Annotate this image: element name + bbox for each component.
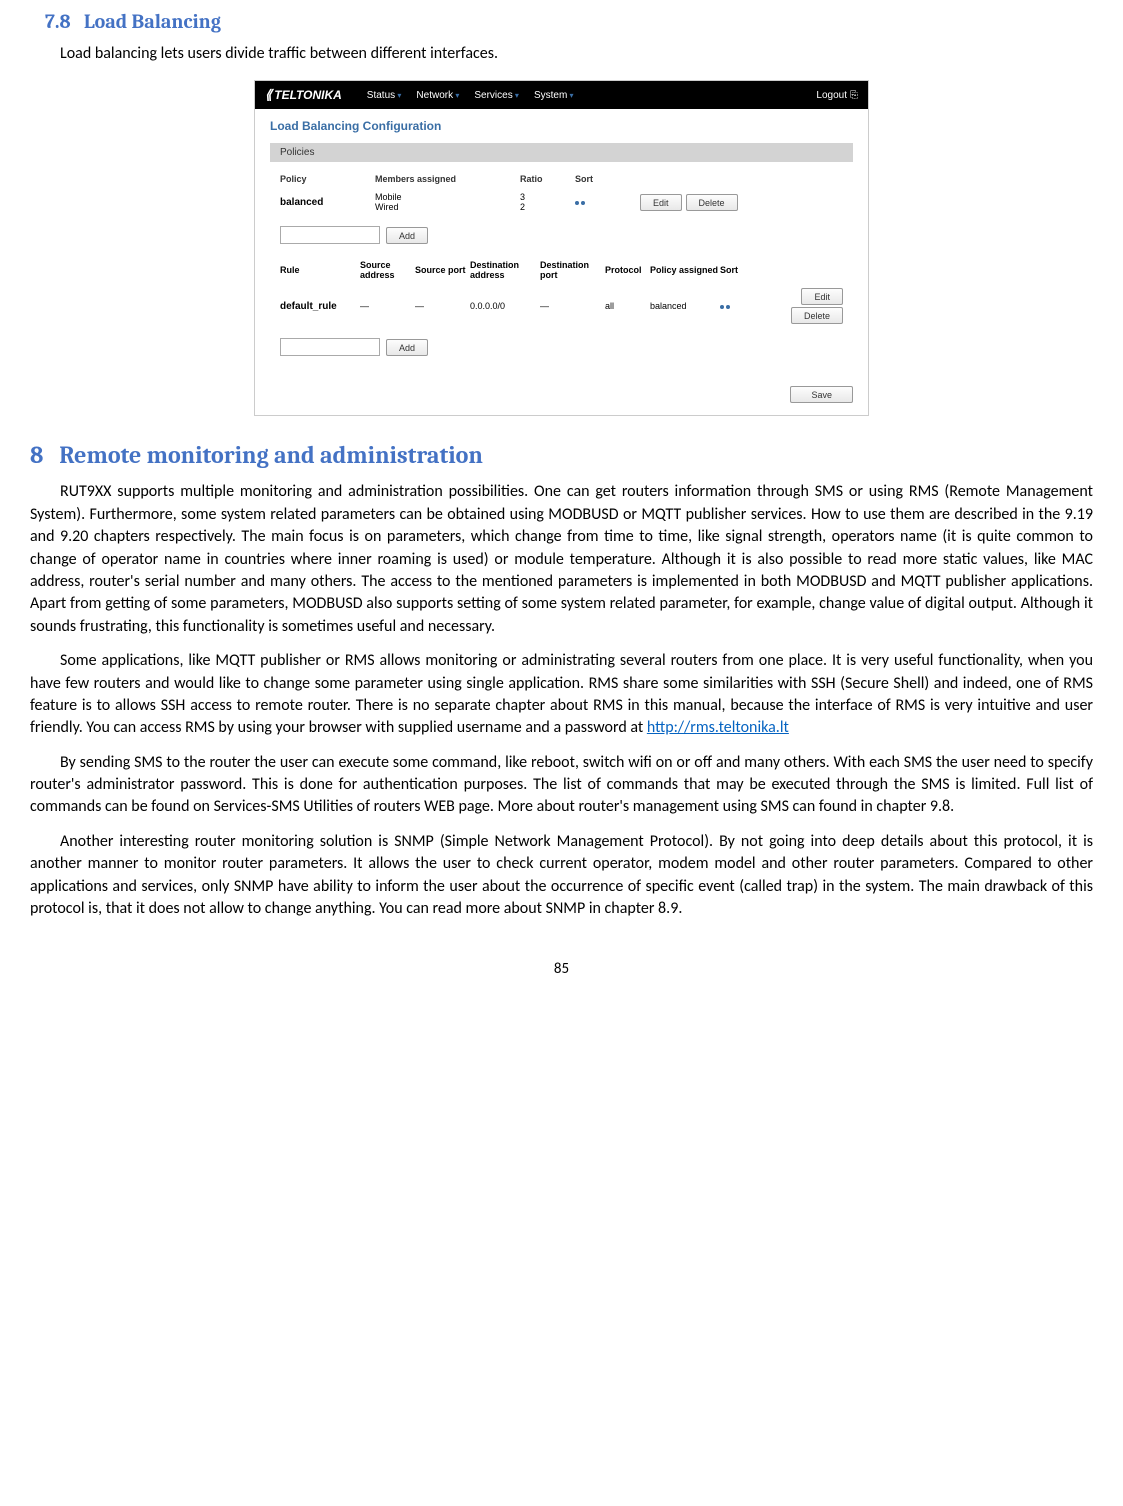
rms-link[interactable]: http://rms.teltonika.lt <box>647 718 789 737</box>
col-members-header: Members assigned <box>375 174 520 184</box>
rule-name: default_rule <box>280 301 360 312</box>
col-dport-header: Destination port <box>540 260 605 280</box>
policy-name: balanced <box>280 197 375 208</box>
section-8-heading: 8 Remote monitoring and administration <box>30 441 1093 469</box>
rule-header-row: Rule Source address Source port Destinat… <box>270 256 853 284</box>
rule-daddr: 0.0.0.0/0 <box>470 301 540 311</box>
rule-add-row: Add <box>270 328 853 368</box>
rule-delete-button[interactable]: Delete <box>791 307 843 324</box>
policy-add-button[interactable]: Add <box>386 227 428 244</box>
policy-delete-button[interactable]: Delete <box>686 194 738 211</box>
col-sort-header: Sort <box>575 174 640 184</box>
nav-network[interactable]: Network <box>416 90 459 101</box>
col-proto-header: Protocol <box>605 265 650 275</box>
nav-status[interactable]: Status <box>367 90 402 101</box>
logo-icon: ⟪ <box>265 87 272 103</box>
nav-system[interactable]: System <box>534 90 574 101</box>
nav-services[interactable]: Services <box>474 90 519 101</box>
policy-row: balanced Mobile Wired 3 2 Edit Delete <box>270 188 853 216</box>
col-ratio-header: Ratio <box>520 174 575 184</box>
rule-edit-button[interactable]: Edit <box>801 288 843 305</box>
main-nav: Status Network Services System <box>367 90 574 101</box>
rule-sort-handle[interactable] <box>720 301 765 311</box>
policy-sort-handle[interactable] <box>575 197 640 207</box>
section-7-8-number: 7.8 <box>45 10 71 33</box>
rule-name-input[interactable] <box>280 338 380 356</box>
policies-section-bar: Policies <box>270 143 853 162</box>
section-8-para2: Some applications, like MQTT publisher o… <box>30 650 1093 740</box>
section-7-8-intro: Load balancing lets users divide traffic… <box>30 43 1093 65</box>
rule-row: default_rule — — 0.0.0.0/0 — all balance… <box>270 284 853 328</box>
policy-name-input[interactable] <box>280 226 380 244</box>
rule-proto: all <box>605 301 650 311</box>
col-rsort-header: Sort <box>720 265 765 275</box>
router-ui-screenshot: ⟪ TELTONIKA Status Network Services Syst… <box>254 80 869 416</box>
logout-link[interactable]: Logout ⎘ <box>816 90 858 101</box>
router-topbar: ⟪ TELTONIKA Status Network Services Syst… <box>255 81 868 109</box>
config-title: Load Balancing Configuration <box>270 119 853 133</box>
col-sport-header: Source port <box>415 265 470 275</box>
section-8-para4: Another interesting router monitoring so… <box>30 831 1093 921</box>
page-number: 85 <box>30 960 1093 978</box>
rule-saddr: — <box>360 301 415 311</box>
col-saddr-header: Source address <box>360 260 415 280</box>
section-8-para1: RUT9XX supports multiple monitoring and … <box>30 481 1093 638</box>
rule-passign: balanced <box>650 301 720 311</box>
section-7-8-heading: 7.8 Load Balancing <box>45 10 1093 33</box>
logout-icon: ⎘ <box>850 90 858 101</box>
section-8-title: Remote monitoring and administration <box>59 441 483 469</box>
policy-ratio: 3 2 <box>520 192 575 212</box>
policy-members: Mobile Wired <box>375 192 520 212</box>
save-button[interactable]: Save <box>790 386 853 403</box>
policy-edit-button[interactable]: Edit <box>640 194 682 211</box>
teltonika-logo: ⟪ TELTONIKA <box>265 87 342 103</box>
col-daddr-header: Destination address <box>470 260 540 280</box>
save-row: Save <box>255 378 868 415</box>
rule-dport: — <box>540 301 605 311</box>
col-rule-header: Rule <box>280 265 360 275</box>
section-7-8-title: Load Balancing <box>84 10 221 33</box>
policy-add-row: Add <box>270 216 853 256</box>
col-passign-header: Policy assigned <box>650 265 720 275</box>
rule-add-button[interactable]: Add <box>386 339 428 356</box>
section-8-number: 8 <box>30 441 43 469</box>
policy-header-row: Policy Members assigned Ratio Sort <box>270 170 853 188</box>
col-policy-header: Policy <box>280 174 375 184</box>
section-8-para3: By sending SMS to the router the user ca… <box>30 752 1093 819</box>
rule-sport: — <box>415 301 470 311</box>
